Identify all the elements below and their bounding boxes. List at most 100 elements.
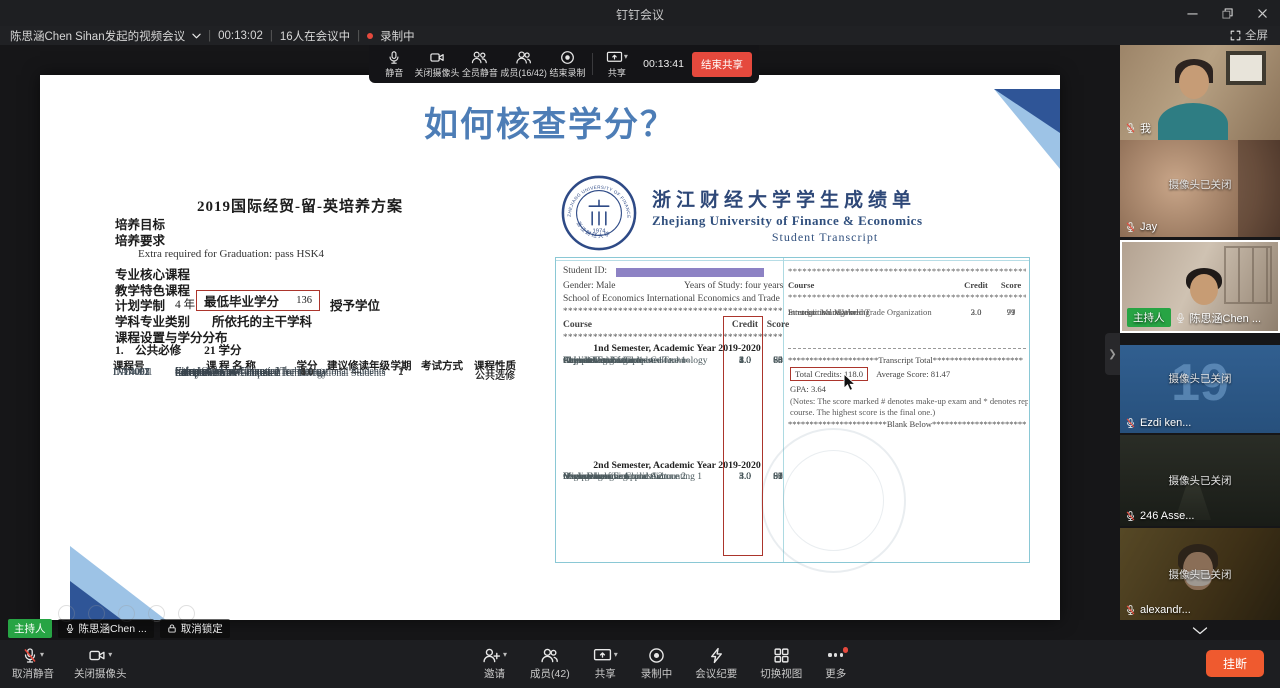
- plan-duration-value: 4 年: [175, 296, 195, 312]
- transcript-en-title: Zhejiang University of Finance & Economi…: [652, 213, 923, 229]
- host-badge: 主持人: [8, 619, 52, 638]
- app-title: 钉钉会议: [0, 6, 1280, 23]
- video-tile[interactable]: 19 摄像头已关闭 Ezdi ken...: [1120, 345, 1280, 433]
- sidebar-collapse-handle[interactable]: ❯: [1105, 333, 1120, 375]
- transcript-subtitle: Student Transcript: [652, 230, 998, 245]
- camera-off-label: 关闭摄像头: [74, 666, 127, 681]
- caret-down-icon[interactable]: ▾: [108, 651, 112, 659]
- mute-label: 静音: [385, 66, 403, 79]
- seal-watermark: [761, 428, 906, 573]
- divider: [592, 53, 593, 75]
- gpa: GPA: 3.64: [790, 384, 826, 394]
- grid-icon: [773, 647, 790, 664]
- mute-button[interactable]: 静音: [376, 50, 413, 79]
- members-button[interactable]: 成员(16/42): [500, 50, 547, 79]
- unlock-button[interactable]: 取消锁定: [160, 619, 230, 638]
- svg-text:ZHEJIANG UNIVERSITY OF FINANCE: ZHEJIANG UNIVERSITY OF FINANCE & ECONOMI…: [560, 174, 631, 219]
- person-add-icon: [482, 647, 501, 664]
- chevron-down-icon[interactable]: [192, 33, 201, 39]
- video-tile-self[interactable]: 我: [1120, 45, 1280, 140]
- microphone-icon: [65, 623, 75, 634]
- members-label: 成员(42): [530, 666, 570, 681]
- camera-off-text: 摄像头已关闭: [1120, 473, 1280, 488]
- more-button[interactable]: 更多: [825, 646, 846, 681]
- stop-record-button[interactable]: 结束录制: [549, 50, 586, 79]
- plan-title: 2019国际经贸-留-英培养方案: [110, 195, 490, 216]
- bottom-left-group: ▾ 取消静音 ▾ 关闭摄像头: [12, 646, 127, 681]
- participant-sidebar: 我 摄像头已关闭 Jay 主持人 陈思涵Chen ...: [1120, 45, 1280, 640]
- min-credits-highlight-box: 最低毕业学分 136: [196, 290, 320, 311]
- meeting-info-bar: 陈思涵Chen Sihan发起的视频会议 | 00:13:02 | 16人在会议…: [0, 26, 1280, 45]
- host-badge: 主持人: [1127, 308, 1171, 327]
- caret-down-icon[interactable]: ▾: [614, 651, 618, 659]
- decor: [1158, 103, 1228, 140]
- caret-down-icon[interactable]: ▾: [40, 651, 44, 659]
- col-credit: Credit: [956, 280, 996, 290]
- switch-view-button[interactable]: 切换视图: [760, 646, 802, 681]
- video-tile[interactable]: 摄像头已关闭 246 Asse...: [1120, 435, 1280, 526]
- meeting-timer: 00:13:02: [218, 30, 263, 42]
- invite-button[interactable]: ▾ 邀请: [482, 646, 507, 681]
- camera-off-text: 摄像头已关闭: [1120, 177, 1280, 192]
- svg-text:1974: 1974: [592, 229, 606, 235]
- min-credits-value: 136: [296, 295, 312, 306]
- video-tile[interactable]: 摄像头已关闭 Jay: [1120, 140, 1280, 237]
- members-label: 成员(16/42): [500, 66, 547, 79]
- transcript-row: Strategic Management 3.0 91: [788, 306, 1026, 318]
- sidebar-scroll-more[interactable]: [1120, 623, 1280, 639]
- close-icon[interactable]: [1257, 8, 1268, 19]
- ellipsis-icon: [828, 646, 843, 664]
- participant-count: 16人在会议中: [280, 28, 350, 44]
- end-share-button[interactable]: 结束共享: [692, 52, 752, 77]
- microphone-icon: [387, 50, 401, 65]
- participant-tag: 主持人 陈思涵Chen ...: [1127, 308, 1261, 327]
- share-button[interactable]: ▾ 共享: [593, 646, 618, 681]
- transcript-card: Student ID: Gender: Male Years of Study:…: [555, 257, 1030, 563]
- recording-button[interactable]: 录制中: [641, 646, 673, 681]
- fullscreen-label: 全屏: [1245, 27, 1268, 43]
- separator-stars: ****************************************…: [788, 292, 1026, 302]
- unmute-button[interactable]: ▾ 取消静音: [12, 646, 54, 681]
- main-stage: 如何核查学分？ 2019国际经贸-留-英培养方案 培养目标 培养要求 Extra…: [0, 45, 1280, 640]
- participant-name: 246 Asse...: [1140, 510, 1194, 522]
- record-icon: [648, 647, 665, 664]
- decor: [1224, 246, 1272, 304]
- camera-off-text: 摄像头已关闭: [1120, 371, 1280, 386]
- min-credits-label: 最低毕业学分: [204, 291, 279, 310]
- participant-tag: Jay: [1125, 221, 1157, 233]
- bottom-toolbar: ▾ 取消静音 ▾ 关闭摄像头 ▾ 邀请 成员(42) ▾ 共享: [0, 640, 1280, 688]
- slide-title: 如何核查学分？: [360, 97, 740, 146]
- sharer-overlay: 主持人 陈思涵Chen ... 取消锁定: [8, 619, 230, 638]
- meeting-title[interactable]: 陈思涵Chen Sihan发起的视频会议: [10, 28, 185, 44]
- unlock-label: 取消锁定: [181, 621, 223, 636]
- separator-stars: ****************************************…: [788, 266, 1026, 276]
- video-tile[interactable]: 摄像头已关闭 alexandr...: [1120, 528, 1280, 620]
- dashed-divider: [788, 348, 1026, 349]
- mute-all-button[interactable]: 全员静音: [462, 50, 499, 79]
- meeting-minutes-button[interactable]: 会议纪要: [695, 646, 737, 681]
- record-icon: [560, 50, 575, 65]
- participant-name: Jay: [1140, 221, 1157, 233]
- share-button[interactable]: ▾ 共享: [599, 50, 636, 79]
- camera-off-button[interactable]: ▾ 关闭摄像头: [74, 646, 127, 681]
- members-button[interactable]: 成员(42): [530, 646, 570, 681]
- hangup-button[interactable]: 挂断: [1206, 650, 1264, 677]
- muted-mic-icon: [1125, 417, 1136, 429]
- caret-down-icon[interactable]: ▾: [503, 651, 507, 659]
- mute-all-label: 全员静音: [462, 66, 498, 79]
- camera-off-button[interactable]: 关闭摄像头: [415, 50, 460, 79]
- members-icon: [540, 647, 559, 664]
- fullscreen-button[interactable]: 全屏: [1230, 27, 1268, 43]
- school: School of Economics International Econom…: [563, 294, 780, 304]
- switch-view-label: 切换视图: [760, 666, 802, 681]
- participant-name: alexandr...: [1140, 604, 1191, 616]
- restore-icon[interactable]: [1222, 8, 1233, 19]
- minimize-icon[interactable]: [1187, 8, 1198, 19]
- video-tile-host-active[interactable]: 主持人 陈思涵Chen ...: [1120, 240, 1280, 333]
- meeting-app-window: 钉钉会议 陈思涵Chen Sihan发起的视频会议 | 00:13:02 | 1…: [0, 0, 1280, 688]
- bottom-center-group: ▾ 邀请 成员(42) ▾ 共享 录制中 会议纪要 切换视图: [482, 646, 846, 681]
- recording-status: 录制中: [380, 28, 415, 44]
- university-seal-logo: ZHEJIANG UNIVERSITY OF FINANCE & ECONOMI…: [560, 174, 638, 252]
- share-label: 共享: [595, 666, 616, 681]
- muted-mic-icon: [1125, 122, 1136, 134]
